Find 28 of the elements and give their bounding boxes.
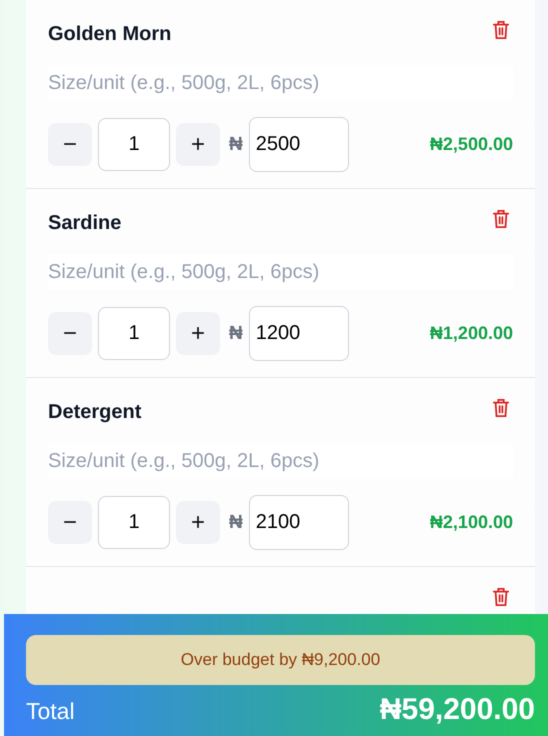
increase-button[interactable]: +	[176, 123, 220, 166]
quantity-field[interactable]: 1	[98, 118, 170, 171]
line-total: ₦1,200.00	[430, 323, 513, 344]
price-field[interactable]: 2500	[248, 117, 349, 172]
decrease-button[interactable]: −	[48, 501, 92, 544]
decrease-button[interactable]: −	[48, 123, 92, 166]
item-name: Sardine	[48, 211, 122, 235]
line-total: ₦2,500.00	[430, 134, 513, 155]
trash-icon[interactable]	[492, 587, 510, 607]
currency-sign: ₦	[229, 512, 243, 534]
currency-sign: ₦	[229, 134, 243, 156]
currency-sign: ₦	[229, 322, 243, 344]
decrease-button[interactable]: −	[48, 312, 92, 355]
increase-button[interactable]: +	[176, 312, 220, 355]
total-amount: ₦59,200.00	[380, 693, 535, 727]
quantity-field[interactable]: 1	[98, 496, 170, 549]
line-total: ₦2,100.00	[430, 512, 513, 533]
price-field[interactable]: 2100	[248, 495, 349, 550]
trash-icon[interactable]	[492, 20, 510, 40]
trash-icon[interactable]	[492, 398, 510, 418]
increase-button[interactable]: +	[176, 501, 220, 544]
price-field[interactable]: 1200	[248, 306, 349, 361]
quantity-field[interactable]: 1	[98, 307, 170, 360]
item-name: Detergent	[48, 400, 142, 424]
trash-icon[interactable]	[492, 209, 510, 229]
total-label: Total	[26, 698, 75, 725]
item-name: Golden Morn	[48, 22, 172, 46]
budget-alert: Over budget by ₦9,200.00	[26, 635, 535, 685]
